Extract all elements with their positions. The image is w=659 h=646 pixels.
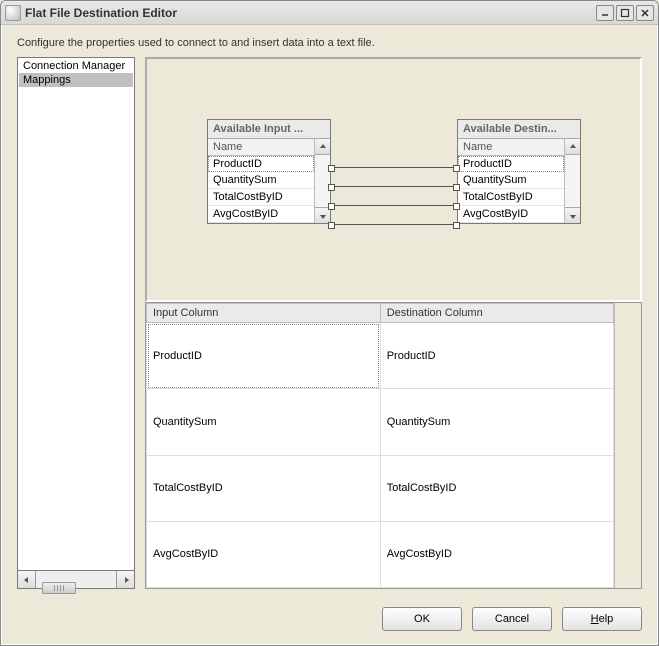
input-col-header: Name [208, 139, 314, 156]
maximize-button[interactable] [616, 5, 634, 21]
cell-dest[interactable]: QuantitySum [380, 389, 614, 455]
nav-item-connection-manager[interactable]: Connection Manager [19, 59, 133, 73]
minimize-button[interactable] [596, 5, 614, 21]
dest-vertical-scrollbar[interactable] [564, 139, 580, 223]
available-destination-box[interactable]: Available Destin... Name ProductID Quant… [457, 119, 581, 224]
cell-dest[interactable]: AvgCostByID [380, 521, 614, 587]
available-input-box[interactable]: Available Input ... Name ProductID Quant… [207, 119, 331, 224]
dest-row[interactable]: QuantitySum [458, 172, 564, 189]
cell-input[interactable]: QuantitySum [147, 389, 381, 455]
available-dest-header: Available Destin... [458, 120, 580, 139]
mapping-line[interactable] [331, 167, 457, 168]
nav-list[interactable]: Connection Manager Mappings [17, 57, 135, 571]
grid-header-destination[interactable]: Destination Column [380, 304, 614, 323]
scroll-up-button[interactable] [315, 139, 330, 155]
app-icon [5, 5, 21, 21]
cell-input[interactable]: AvgCostByID [147, 521, 381, 587]
dest-col-header: Name [458, 139, 564, 156]
ok-button[interactable]: OK [382, 607, 462, 631]
cell-input[interactable]: ProductID [147, 323, 381, 389]
dest-row[interactable]: ProductID [458, 156, 564, 172]
table-row[interactable]: TotalCostByID TotalCostByID [147, 455, 614, 521]
mapping-grid-wrapper: Input Column Destination Column ProductI… [145, 302, 642, 589]
titlebar[interactable]: Flat File Destination Editor [1, 1, 658, 25]
grid-header-input[interactable]: Input Column [147, 304, 381, 323]
table-row[interactable]: ProductID ProductID [147, 323, 614, 389]
dialog-buttons: OK Cancel Help [1, 597, 658, 645]
window-title: Flat File Destination Editor [25, 6, 177, 20]
input-row[interactable]: QuantitySum [208, 172, 314, 189]
mapping-canvas: Available Input ... Name ProductID Quant… [145, 57, 642, 302]
scroll-up-button[interactable] [565, 139, 580, 155]
description-text: Configure the properties used to connect… [1, 25, 658, 57]
scroll-down-button[interactable] [565, 207, 580, 223]
nav-item-mappings[interactable]: Mappings [19, 73, 133, 87]
available-input-header: Available Input ... [208, 120, 330, 139]
input-row[interactable]: TotalCostByID [208, 189, 314, 206]
table-row[interactable]: QuantitySum QuantitySum [147, 389, 614, 455]
grid-right-gutter [614, 303, 641, 588]
cancel-button[interactable]: Cancel [472, 607, 552, 631]
cell-input[interactable]: TotalCostByID [147, 455, 381, 521]
help-button[interactable]: Help [562, 607, 642, 631]
dialog-window: Flat File Destination Editor Configure t… [0, 0, 659, 646]
dest-row[interactable]: AvgCostByID [458, 206, 564, 223]
input-row[interactable]: AvgCostByID [208, 206, 314, 223]
mapping-grid[interactable]: Input Column Destination Column ProductI… [146, 303, 614, 588]
nav-horizontal-scrollbar[interactable] [17, 571, 135, 589]
scroll-left-button[interactable] [18, 571, 36, 588]
mapping-line[interactable] [331, 186, 457, 187]
scroll-right-button[interactable] [116, 571, 134, 588]
input-vertical-scrollbar[interactable] [314, 139, 330, 223]
mapping-line[interactable] [331, 224, 457, 225]
scroll-thumb[interactable] [42, 582, 76, 594]
table-row[interactable]: AvgCostByID AvgCostByID [147, 521, 614, 587]
close-button[interactable] [636, 5, 654, 21]
dest-row[interactable]: TotalCostByID [458, 189, 564, 206]
cell-dest[interactable]: ProductID [380, 323, 614, 389]
input-row[interactable]: ProductID [208, 156, 314, 172]
cell-dest[interactable]: TotalCostByID [380, 455, 614, 521]
mapping-line[interactable] [331, 205, 457, 206]
